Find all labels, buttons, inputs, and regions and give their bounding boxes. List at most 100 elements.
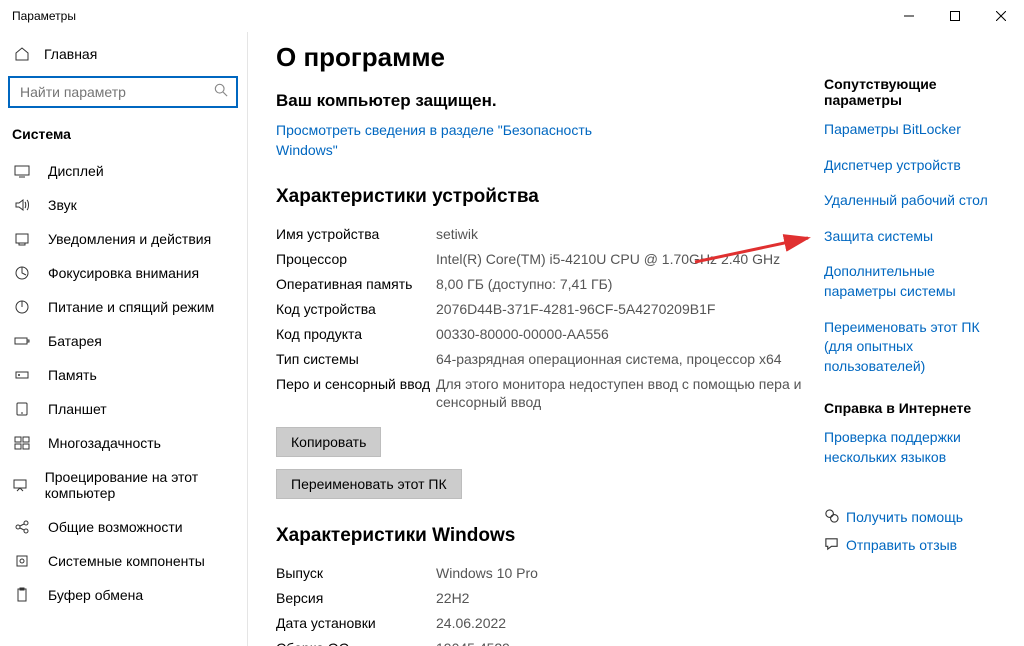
sidebar-item-shared[interactable]: Общие возможности — [0, 510, 247, 544]
help-icon — [824, 508, 846, 526]
spec-value: 00330-80000-00000-AA556 — [436, 325, 804, 344]
sidebar-item-label: Батарея — [48, 333, 102, 349]
sidebar-item-components[interactable]: Системные компоненты — [0, 544, 247, 578]
windows-specs-table: ВыпускWindows 10 ProВерсия22H2Дата устан… — [276, 561, 804, 646]
power-icon — [12, 299, 32, 315]
spec-value: Windows 10 Pro — [436, 564, 804, 583]
sidebar-item-focus[interactable]: Фокусировка внимания — [0, 256, 247, 290]
sidebar-item-battery[interactable]: Батарея — [0, 324, 247, 358]
spec-row: ПроцессорIntel(R) Core(TM) i5-4210U CPU … — [276, 247, 804, 272]
sidebar-item-multitask[interactable]: Многозадачность — [0, 426, 247, 460]
spec-row: Оперативная память8,00 ГБ (доступно: 7,4… — [276, 272, 804, 297]
rename-pc-button[interactable]: Переименовать этот ПК — [276, 469, 462, 499]
get-help-label: Получить помощь — [846, 509, 963, 525]
sidebar-item-label: Память — [48, 367, 97, 383]
battery-icon — [12, 333, 32, 349]
sidebar-item-label: Питание и спящий режим — [48, 299, 214, 315]
clipboard-icon — [12, 587, 32, 603]
related-link-device-manager[interactable]: Диспетчер устройств — [824, 156, 1010, 176]
spec-row: ВыпускWindows 10 Pro — [276, 561, 804, 586]
sidebar-item-projecting[interactable]: Проецирование на этот компьютер — [0, 460, 247, 510]
sidebar: Главная Система Дисплей Звук Уведомления… — [0, 32, 248, 646]
multitask-icon — [12, 435, 32, 451]
sidebar-home-label: Главная — [44, 46, 97, 62]
feedback-link[interactable]: Отправить отзыв — [824, 536, 1010, 554]
spec-row: Тип системы64-разрядная операционная сис… — [276, 347, 804, 372]
spec-value: 24.06.2022 — [436, 614, 804, 633]
spec-label: Процессор — [276, 250, 436, 269]
close-button[interactable] — [978, 0, 1024, 32]
device-specs-table: Имя устройстваsetiwikПроцессорIntel(R) C… — [276, 222, 804, 415]
help-link-languages[interactable]: Проверка поддержки нескольких языков — [824, 428, 1010, 467]
titlebar: Параметры — [0, 0, 1024, 32]
spec-label: Оперативная память — [276, 275, 436, 294]
related-header: Сопутствующие параметры — [824, 76, 1010, 108]
projecting-icon — [12, 477, 29, 493]
spec-label: Выпуск — [276, 564, 436, 583]
get-help-link[interactable]: Получить помощь — [824, 508, 1010, 526]
security-link[interactable]: Просмотреть сведения в разделе "Безопасн… — [276, 121, 616, 160]
sidebar-item-tablet[interactable]: Планшет — [0, 392, 247, 426]
spec-row: Дата установки24.06.2022 — [276, 611, 804, 636]
spec-value: 22H2 — [436, 589, 804, 608]
copy-button[interactable]: Копировать — [276, 427, 381, 457]
window-title: Параметры — [12, 9, 76, 23]
sidebar-item-label: Буфер обмена — [48, 587, 143, 603]
tablet-icon — [12, 401, 32, 417]
sidebar-home[interactable]: Главная — [0, 38, 247, 70]
spec-value: 8,00 ГБ (доступно: 7,41 ГБ) — [436, 275, 804, 294]
display-icon — [12, 163, 32, 179]
related-link-advanced-system[interactable]: Дополнительные параметры системы — [824, 262, 1010, 301]
spec-value: Intel(R) Core(TM) i5-4210U CPU @ 1.70GHz… — [436, 250, 804, 269]
notifications-icon — [12, 231, 32, 247]
related-link-remote-desktop[interactable]: Удаленный рабочий стол — [824, 191, 1010, 211]
windows-specs-header: Характеристики Windows — [276, 525, 804, 547]
sidebar-item-sound[interactable]: Звук — [0, 188, 247, 222]
spec-label: Версия — [276, 589, 436, 608]
storage-icon — [12, 367, 32, 383]
sidebar-category: Система — [0, 118, 247, 154]
maximize-button[interactable] — [932, 0, 978, 32]
spec-label: Дата установки — [276, 614, 436, 633]
home-icon — [12, 46, 32, 62]
search-icon — [214, 83, 228, 102]
spec-value: 2076D44B-371F-4281-96CF-5A4270209B1F — [436, 300, 804, 319]
related-pane: Сопутствующие параметры Параметры BitLoc… — [824, 38, 1024, 646]
spec-row: Код устройства2076D44B-371F-4281-96CF-5A… — [276, 297, 804, 322]
spec-value: 64-разрядная операционная система, проце… — [436, 350, 804, 369]
spec-row: Версия22H2 — [276, 586, 804, 611]
sidebar-item-label: Дисплей — [48, 163, 104, 179]
sidebar-item-display[interactable]: Дисплей — [0, 154, 247, 188]
sidebar-item-notifications[interactable]: Уведомления и действия — [0, 222, 247, 256]
shared-icon — [12, 519, 32, 535]
feedback-label: Отправить отзыв — [846, 537, 957, 553]
sidebar-item-label: Проецирование на этот компьютер — [45, 469, 235, 501]
sidebar-item-label: Многозадачность — [48, 435, 161, 451]
spec-label: Имя устройства — [276, 225, 436, 244]
spec-label: Тип системы — [276, 350, 436, 369]
device-specs-header: Характеристики устройства — [276, 186, 804, 208]
main-content: О программе Ваш компьютер защищен. Просм… — [276, 38, 824, 646]
sidebar-item-label: Системные компоненты — [48, 553, 205, 569]
sidebar-item-storage[interactable]: Память — [0, 358, 247, 392]
related-link-bitlocker[interactable]: Параметры BitLocker — [824, 120, 1010, 140]
search-input-wrap[interactable] — [8, 76, 238, 108]
sidebar-item-label: Планшет — [48, 401, 107, 417]
related-link-system-protection[interactable]: Защита системы — [824, 227, 1010, 247]
spec-row: Код продукта00330-80000-00000-AA556 — [276, 322, 804, 347]
spec-label: Код устройства — [276, 300, 436, 319]
page-title: О программе — [276, 42, 804, 73]
sidebar-item-power[interactable]: Питание и спящий режим — [0, 290, 247, 324]
spec-value: setiwik — [436, 225, 804, 244]
protection-status: Ваш компьютер защищен. — [276, 91, 804, 111]
sidebar-item-clipboard[interactable]: Буфер обмена — [0, 578, 247, 612]
minimize-button[interactable] — [886, 0, 932, 32]
related-link-rename-advanced[interactable]: Переименовать этот ПК (для опытных польз… — [824, 318, 1010, 377]
feedback-icon — [824, 536, 846, 554]
sidebar-item-label: Звук — [48, 197, 77, 213]
spec-label: Код продукта — [276, 325, 436, 344]
sidebar-item-label: Общие возможности — [48, 519, 183, 535]
focus-icon — [12, 265, 32, 281]
sidebar-item-label: Фокусировка внимания — [48, 265, 199, 281]
search-input[interactable] — [18, 83, 214, 101]
